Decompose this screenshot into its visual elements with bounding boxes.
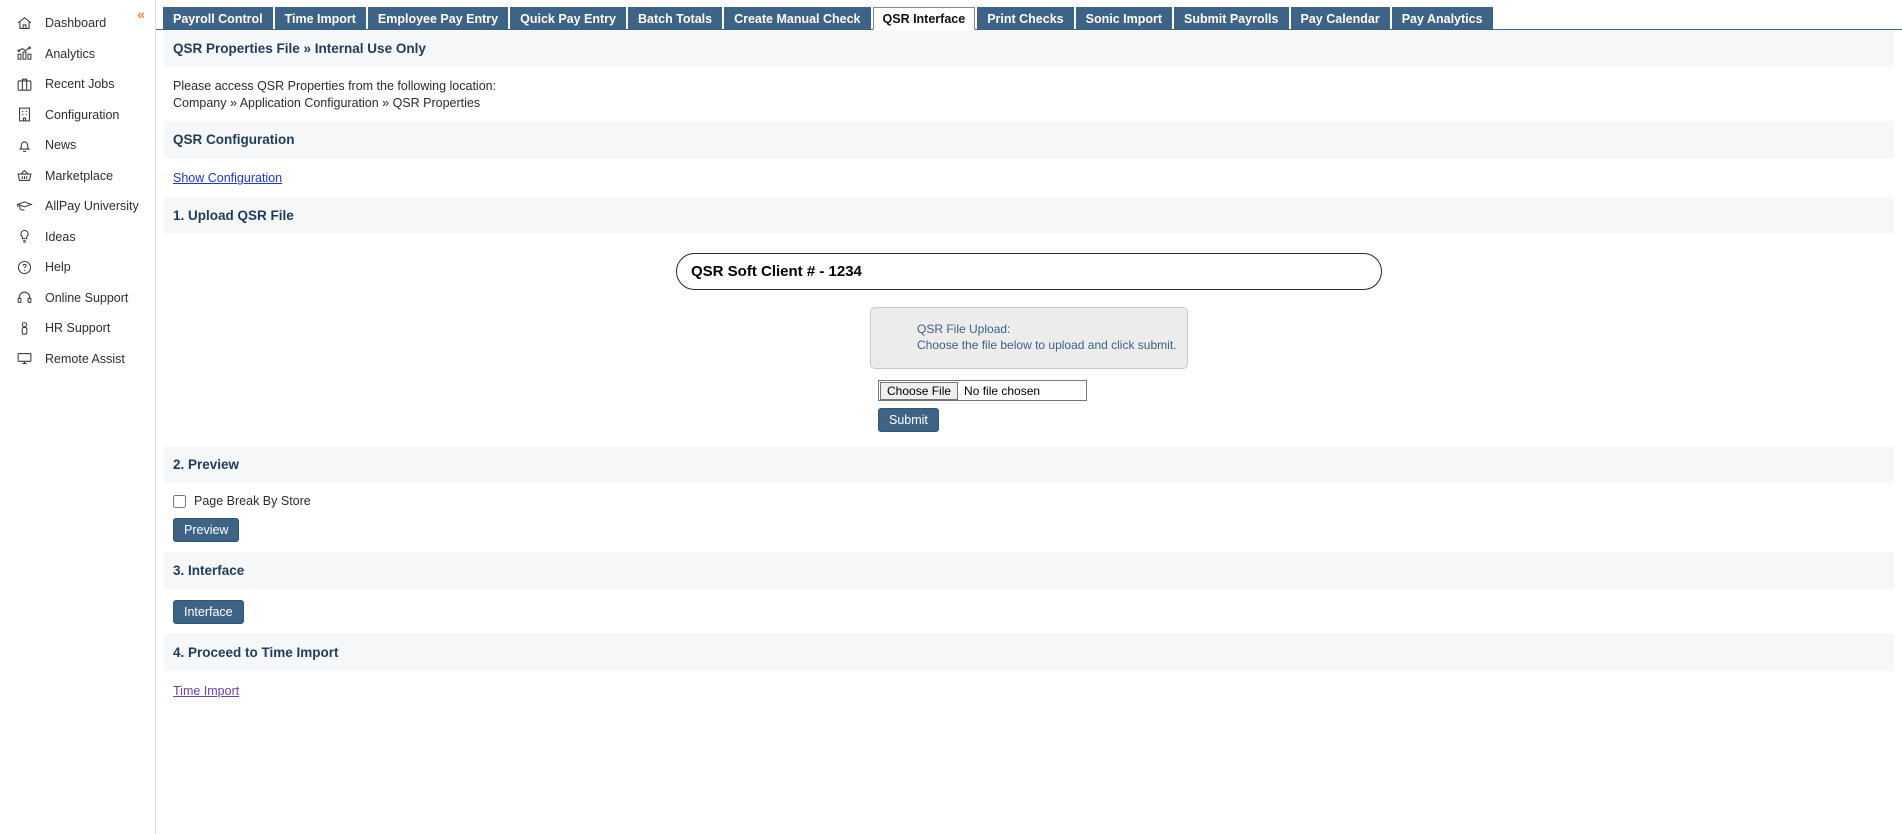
tab-create-manual-check[interactable]: Create Manual Check — [724, 7, 871, 30]
tab-bar: Payroll Control Time Import Employee Pay… — [156, 0, 1902, 30]
file-chosen-label: No file chosen — [964, 383, 1041, 398]
upload-instructions-box: QSR File Upload: Choose the file below t… — [870, 307, 1188, 370]
step2-heading: 2. Preview — [164, 446, 1894, 485]
content-area: QSR Properties File » Internal Use Only … — [156, 30, 1902, 834]
tab-quick-pay-entry[interactable]: Quick Pay Entry — [510, 7, 626, 30]
tab-batch-totals[interactable]: Batch Totals — [627, 7, 723, 30]
qsr-configuration-heading: QSR Configuration — [164, 121, 1894, 160]
basket-icon — [12, 166, 36, 186]
sidebar-item-label: HR Support — [45, 321, 111, 336]
page-title: QSR Properties File » Internal Use Only — [164, 30, 1894, 68]
sidebar-item-label: Dashboard — [45, 16, 107, 31]
tab-time-import[interactable]: Time Import — [274, 7, 366, 30]
page-break-by-store-row[interactable]: Page Break By Store — [173, 494, 1894, 518]
sidebar-item-label: Configuration — [45, 107, 120, 122]
tab-sonic-import[interactable]: Sonic Import — [1075, 7, 1173, 30]
tab-print-checks[interactable]: Print Checks — [977, 7, 1074, 30]
tab-payroll-control[interactable]: Payroll Control — [163, 7, 273, 30]
sidebar-item-analytics[interactable]: Analytics — [0, 39, 155, 70]
bell-icon — [12, 135, 36, 155]
tab-pay-calendar[interactable]: Pay Calendar — [1290, 7, 1390, 30]
access-instructions: Please access QSR Properties from the fo… — [164, 68, 1894, 122]
sidebar-item-label: AllPay University — [45, 199, 139, 214]
qsr-configuration-body: Show Configuration — [164, 159, 1894, 198]
sidebar-item-label: Online Support — [45, 290, 129, 305]
page-break-by-store-checkbox[interactable] — [173, 494, 186, 508]
sidebar: « Dashboard Analytics Recent Jobs Config… — [0, 0, 156, 834]
instruction-line-2: Company » Application Configuration » QS… — [173, 95, 481, 110]
sidebar-item-recent-jobs[interactable]: Recent Jobs — [0, 69, 155, 100]
main-area: Payroll Control Time Import Employee Pay… — [156, 0, 1902, 834]
tab-employee-pay-entry[interactable]: Employee Pay Entry — [367, 7, 509, 30]
preview-button[interactable]: Preview — [173, 518, 240, 543]
briefcase-icon — [12, 74, 36, 94]
sidebar-item-label: News — [45, 138, 77, 153]
sidebar-item-label: Help — [45, 260, 71, 275]
headset-icon — [12, 288, 36, 308]
submit-button[interactable]: Submit — [878, 408, 939, 433]
sidebar-item-ideas[interactable]: Ideas — [0, 222, 155, 253]
tab-submit-payrolls[interactable]: Submit Payrolls — [1174, 7, 1289, 30]
sidebar-item-configuration[interactable]: Configuration — [0, 100, 155, 131]
interface-section: Interface — [164, 590, 1894, 635]
choose-file-button[interactable]: Choose File — [880, 381, 959, 400]
step1-heading: 1. Upload QSR File — [164, 197, 1894, 236]
tab-qsr-interface[interactable]: QSR Interface — [872, 7, 976, 30]
sidebar-item-help[interactable]: Help — [0, 252, 155, 283]
step3-heading: 3. Interface — [164, 552, 1894, 591]
graduation-cap-icon — [12, 196, 36, 216]
upload-title: QSR File Upload: — [917, 322, 1011, 337]
file-input[interactable]: Choose File No file chosen — [878, 380, 1087, 402]
bottom-spacer — [164, 710, 1894, 719]
qsr-client-display: QSR Soft Client # - 1234 — [676, 253, 1382, 291]
step4-heading: 4. Proceed to Time Import — [164, 634, 1894, 673]
sidebar-item-online-support[interactable]: Online Support — [0, 283, 155, 314]
submit-row: Submit — [870, 408, 1188, 433]
time-import-section: Time Import — [164, 672, 1894, 711]
sidebar-item-label: Marketplace — [45, 168, 114, 183]
sidebar-item-hr-support[interactable]: HR Support — [0, 313, 155, 344]
building-icon — [12, 105, 36, 125]
sidebar-item-allpay-university[interactable]: AllPay University — [0, 191, 155, 222]
sidebar-item-marketplace[interactable]: Marketplace — [0, 161, 155, 192]
app-root: « Dashboard Analytics Recent Jobs Config… — [0, 0, 1902, 834]
interface-button[interactable]: Interface — [173, 600, 244, 625]
show-configuration-link[interactable]: Show Configuration — [173, 171, 282, 185]
lightbulb-icon — [12, 227, 36, 247]
sidebar-item-label: Remote Assist — [45, 351, 125, 366]
home-icon — [12, 13, 36, 33]
tab-pay-analytics[interactable]: Pay Analytics — [1391, 7, 1493, 30]
person-icon — [12, 318, 36, 338]
question-circle-icon — [12, 257, 36, 277]
page-inner: QSR Properties File » Internal Use Only … — [156, 30, 1902, 719]
upload-section: QSR Soft Client # - 1234 QSR File Upload… — [164, 235, 1894, 447]
time-import-link[interactable]: Time Import — [173, 684, 239, 698]
file-picker-row: Choose File No file chosen — [870, 380, 1188, 402]
instruction-line-1: Please access QSR Properties from the fo… — [173, 79, 497, 93]
preview-section: Page Break By Store Preview — [164, 484, 1894, 553]
page-break-by-store-label: Page Break By Store — [194, 494, 311, 509]
sidebar-item-label: Recent Jobs — [45, 77, 115, 92]
sidebar-item-label: Ideas — [45, 229, 76, 244]
sidebar-item-label: Analytics — [45, 46, 96, 61]
sidebar-collapse-icon[interactable]: « — [131, 5, 149, 23]
analytics-chart-icon — [12, 44, 36, 64]
sidebar-item-remote-assist[interactable]: Remote Assist — [0, 344, 155, 375]
upload-subtitle: Choose the file below to upload and clic… — [917, 338, 1177, 353]
sidebar-item-news[interactable]: News — [0, 130, 155, 161]
monitor-icon — [12, 349, 36, 369]
